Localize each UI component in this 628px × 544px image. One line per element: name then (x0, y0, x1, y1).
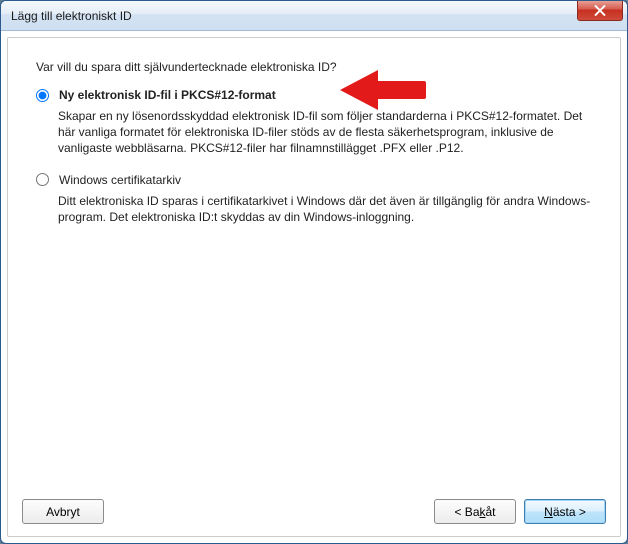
dialog-window: Lägg till elektroniskt ID Var vill du sp… (0, 0, 628, 544)
radio-wincert[interactable] (36, 173, 49, 186)
option-wincert-description: Ditt elektroniska ID sparas i certifikat… (58, 193, 592, 225)
option-pkcs12-description: Skapar en ny lösenordsskyddad elektronis… (58, 108, 592, 157)
cancel-button[interactable]: Avbryt (22, 499, 104, 524)
option-wincert-head[interactable]: Windows certifikatarkiv (36, 173, 592, 187)
window-title: Lägg till elektroniskt ID (11, 9, 132, 23)
back-button[interactable]: < Bakåt (434, 499, 516, 524)
option-pkcs12-label[interactable]: Ny elektronisk ID-fil i PKCS#12-format (59, 88, 276, 102)
close-icon (594, 5, 606, 16)
option-wincert-label[interactable]: Windows certifikatarkiv (59, 173, 181, 187)
option-pkcs12-head[interactable]: Ny elektronisk ID-fil i PKCS#12-format (36, 88, 592, 102)
option-pkcs12: Ny elektronisk ID-fil i PKCS#12-format S… (36, 88, 592, 157)
question-text: Var vill du spara ditt självundertecknad… (36, 60, 592, 74)
next-button[interactable]: Nästa > (524, 499, 606, 524)
close-button[interactable] (577, 1, 623, 21)
radio-pkcs12[interactable] (36, 89, 49, 102)
content-area: Var vill du spara ditt självundertecknad… (8, 38, 620, 491)
client-area: Var vill du spara ditt självundertecknad… (7, 37, 621, 537)
button-row: Avbryt < Bakåt Nästa > (8, 491, 620, 536)
titlebar[interactable]: Lägg till elektroniskt ID (1, 1, 627, 31)
option-wincert: Windows certifikatarkiv Ditt elektronisk… (36, 173, 592, 225)
